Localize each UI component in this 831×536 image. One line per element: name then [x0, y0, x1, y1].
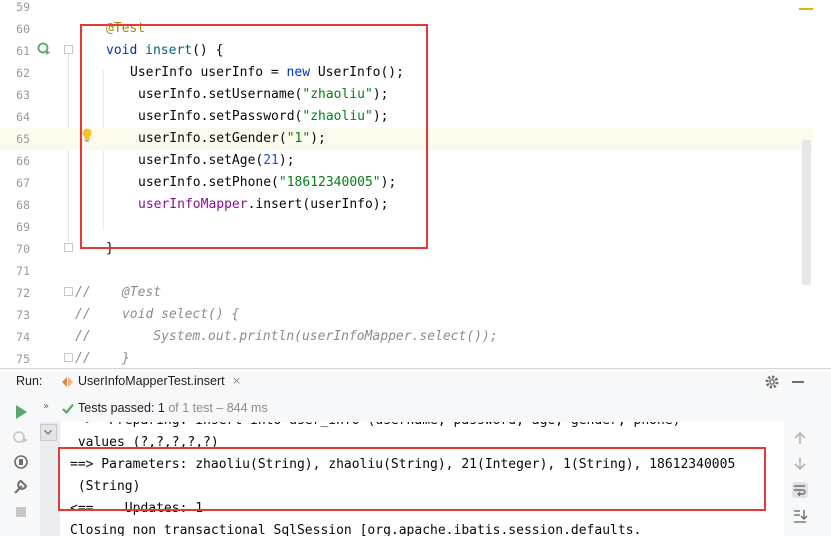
comment-text: // void select() {	[75, 307, 240, 322]
minimize-icon[interactable]	[792, 381, 804, 383]
line-number: 70	[16, 242, 30, 256]
code-text: userInfo.setPassword("zhaoliu");	[138, 109, 389, 124]
line-number: 65	[16, 132, 30, 146]
rerun-failed-icon[interactable]	[12, 428, 30, 446]
code-line-62[interactable]: 62 UserInfo userInfo = new UserInfo();	[0, 62, 813, 84]
code-line-71[interactable]: 71	[0, 260, 813, 282]
line-number: 63	[16, 88, 30, 102]
code-line-65[interactable]: 65 userInfo.setGender("1");	[0, 128, 813, 150]
close-icon[interactable]: ×	[232, 374, 241, 387]
line-number: 66	[16, 154, 30, 168]
closing-brace: }	[106, 241, 114, 256]
stop-icon[interactable]	[12, 503, 30, 521]
test-status-row: » Tests passed: 1 of 1 test – 844 ms	[40, 396, 831, 422]
console-output[interactable]: ==> Preparing: insert into user_info (us…	[60, 422, 784, 536]
line-number: 71	[16, 264, 30, 278]
line-number: 64	[16, 110, 30, 124]
gear-icon[interactable]	[764, 374, 780, 390]
arrow-up-icon[interactable]	[792, 430, 808, 446]
run-left-toolbar	[0, 395, 40, 536]
fold-marker-icon[interactable]	[64, 243, 73, 252]
scroll-to-end-icon[interactable]	[792, 508, 808, 524]
console-line: ==> Parameters: zhaoliu(String), zhaoliu…	[70, 457, 736, 472]
console-line: (String)	[70, 479, 141, 494]
console-line: Closing non transactional SqlSession [or…	[70, 523, 642, 536]
code-line-59[interactable]: 59	[0, 0, 813, 18]
rerun-icon[interactable]	[12, 403, 30, 421]
expand-icon[interactable]: »	[43, 401, 49, 412]
run-toolbar: Run: UserInfoMapperTest.insert ×	[0, 369, 831, 395]
code-line-63[interactable]: 63 userInfo.setUsername("zhaoliu");	[0, 84, 813, 106]
method-signature: void insert() {	[106, 43, 224, 58]
code-editor[interactable]: 59 60 @Test 61 void insert() { 62 UserIn…	[0, 0, 831, 368]
wrench-icon[interactable]	[12, 478, 30, 496]
code-line-61[interactable]: 61 void insert() {	[0, 40, 813, 62]
code-text: userInfoMapper.insert(userInfo);	[138, 197, 389, 212]
tab-label: UserInfoMapperTest.insert	[78, 374, 225, 388]
line-number: 59	[16, 0, 30, 14]
line-number: 69	[16, 220, 30, 234]
fold-marker-icon[interactable]	[64, 353, 73, 362]
line-number: 75	[16, 352, 30, 366]
run-panel: Run: UserInfoMapperTest.insert × » Tests…	[0, 368, 831, 536]
code-line-70[interactable]: 70 }	[0, 238, 813, 260]
code-text: userInfo.setGender("1");	[138, 131, 326, 146]
code-line-74[interactable]: 74 // System.out.println(userInfoMapper.…	[0, 326, 813, 348]
run-label: Run:	[16, 374, 43, 388]
toggle-auto-test-icon[interactable]	[12, 453, 30, 471]
run-test-gutter-icon[interactable]	[37, 42, 51, 56]
code-line-68[interactable]: 68 userInfoMapper.insert(userInfo);	[0, 194, 813, 216]
code-text: UserInfo userInfo = new UserInfo();	[130, 65, 404, 80]
code-line-60[interactable]: 60 @Test	[0, 18, 813, 40]
line-number: 62	[16, 66, 30, 80]
code-line-64[interactable]: 64 userInfo.setPassword("zhaoliu");	[0, 106, 813, 128]
annotation-test: @Test	[106, 21, 146, 36]
scrollbar-marker	[799, 8, 813, 10]
console-line: <== Updates: 1	[70, 501, 204, 516]
code-line-73[interactable]: 73 // void select() {	[0, 304, 813, 326]
code-line-72[interactable]: 72 // @Test	[0, 282, 813, 304]
editor-scrollbar[interactable]	[802, 140, 811, 285]
code-line-69[interactable]: 69	[0, 216, 813, 238]
tab-run-config[interactable]: UserInfoMapperTest.insert ×	[56, 369, 256, 395]
fold-marker-icon[interactable]	[64, 45, 73, 54]
code-text: userInfo.setUsername("zhaoliu");	[138, 87, 389, 102]
test-status-text: Tests passed: 1 of 1 test – 844 ms	[78, 401, 268, 415]
line-number: 67	[16, 176, 30, 190]
console-line: ==> Preparing: insert into user_info (us…	[70, 422, 680, 432]
line-number: 74	[16, 330, 30, 344]
line-number: 72	[16, 286, 30, 300]
fold-marker-icon[interactable]	[64, 287, 73, 296]
lightbulb-icon[interactable]	[81, 128, 93, 142]
arrow-down-icon[interactable]	[792, 456, 808, 472]
code-text: userInfo.setPhone("18612340005");	[138, 175, 397, 190]
line-number: 60	[16, 22, 30, 36]
line-number: 61	[16, 44, 30, 58]
code-line-66[interactable]: 66 userInfo.setAge(21);	[0, 150, 813, 172]
line-number: 68	[16, 198, 30, 212]
check-icon	[62, 403, 74, 414]
console-line: values (?,?,?,?,?)	[70, 435, 219, 450]
comment-text: // @Test	[75, 285, 162, 300]
line-number: 73	[16, 308, 30, 322]
comment-text: // }	[75, 351, 130, 366]
code-line-67[interactable]: 67 userInfo.setPhone("18612340005");	[0, 172, 813, 194]
comment-text: // System.out.println(userInfoMapper.sel…	[75, 329, 498, 344]
test-config-icon	[62, 377, 73, 387]
console-right-toolbar	[784, 422, 831, 536]
soft-wrap-icon[interactable]	[792, 482, 808, 498]
code-text: userInfo.setAge(21);	[138, 153, 295, 168]
collapse-icon[interactable]	[40, 424, 57, 441]
code-line-75[interactable]: 75 // }	[0, 348, 813, 368]
